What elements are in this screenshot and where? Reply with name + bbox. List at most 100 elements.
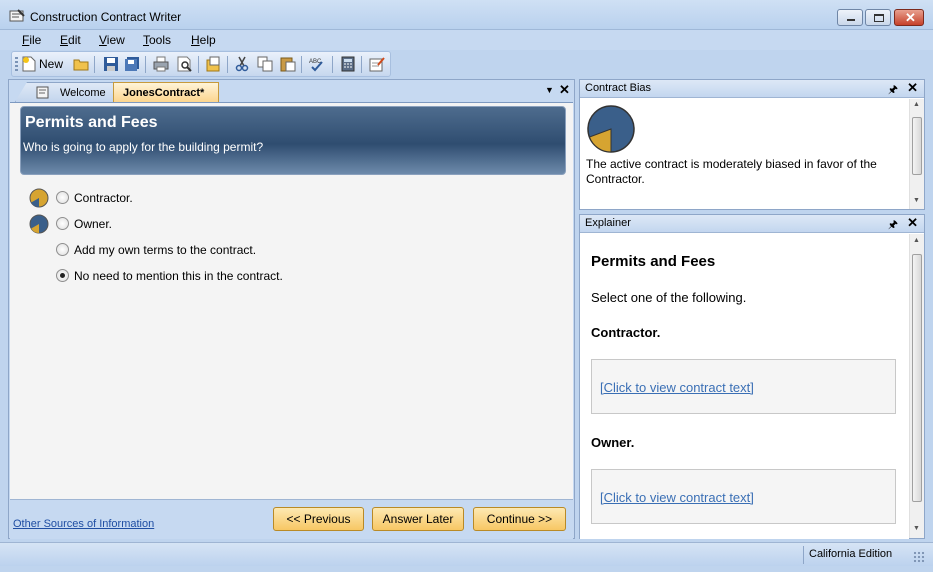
- cut-icon[interactable]: [234, 56, 250, 72]
- toolbar-separator: [361, 56, 362, 73]
- export-icon[interactable]: [206, 56, 222, 72]
- window-title: Construction Contract Writer: [30, 10, 182, 24]
- contract-bias-panel: Contract Bias 🖈 ✕ The active contract is…: [579, 79, 925, 210]
- menu-view[interactable]: View: [99, 33, 125, 47]
- title-bar: Construction Contract Writer ✕: [0, 0, 933, 30]
- toolbar: New ABC: [11, 51, 391, 77]
- calculator-icon[interactable]: [340, 56, 356, 72]
- bias-scrollbar[interactable]: ▲ ▼: [909, 99, 924, 209]
- continue-button[interactable]: Continue >>: [473, 507, 566, 531]
- minimize-icon: [847, 19, 855, 21]
- tab-welcome[interactable]: Welcome: [15, 82, 115, 102]
- form-icon[interactable]: [369, 56, 385, 72]
- explainer-intro: Select one of the following.: [591, 290, 747, 305]
- answer-later-button[interactable]: Answer Later: [372, 507, 464, 531]
- scroll-thumb[interactable]: [912, 117, 922, 175]
- toolbar-separator: [301, 56, 302, 73]
- scroll-thumb[interactable]: [912, 254, 922, 502]
- menu-file[interactable]: File: [22, 33, 41, 47]
- document-icon: [36, 86, 49, 99]
- copy-icon[interactable]: [257, 56, 273, 72]
- toolbar-separator: [94, 56, 95, 73]
- option-no-mention[interactable]: No need to mention this in the contract.: [10, 266, 570, 286]
- option-owner-radio[interactable]: [56, 217, 69, 230]
- question-prompt: Who is going to apply for the building p…: [23, 140, 264, 154]
- explainer-section-contractor-heading: Contractor.: [591, 325, 661, 340]
- option-contractor-label[interactable]: Contractor.: [74, 191, 133, 205]
- minimize-button[interactable]: [837, 9, 863, 26]
- question-title: Permits and Fees: [25, 114, 158, 131]
- tab-welcome-label: Welcome: [60, 87, 106, 99]
- question-header: Permits and Fees Who is going to apply f…: [20, 106, 566, 175]
- menu-help[interactable]: Help: [191, 33, 216, 47]
- close-button[interactable]: ✕: [894, 9, 924, 26]
- option-contractor-radio[interactable]: [56, 191, 69, 204]
- explainer-content: Permits and Fees Select one of the follo…: [580, 234, 909, 539]
- menu-edit[interactable]: Edit: [60, 33, 81, 47]
- tab-strip: Welcome JonesContract* ▼ ✕: [9, 80, 574, 102]
- scroll-down-icon[interactable]: ▼: [913, 525, 920, 532]
- menu-tools[interactable]: Tools: [143, 33, 171, 47]
- resize-grip-icon[interactable]: [913, 551, 925, 563]
- document-area: Welcome JonesContract* ▼ ✕ Permits and F…: [8, 79, 575, 539]
- tab-jonescontract[interactable]: JonesContract*: [113, 82, 219, 102]
- spellcheck-icon[interactable]: ABC: [309, 56, 325, 72]
- explainer-section-owner-box: [Click to view contract text]: [591, 469, 896, 524]
- contract-bias-title: Contract Bias: [585, 82, 652, 94]
- owner-bias-pie-icon: [29, 214, 49, 234]
- new-label: New: [39, 57, 64, 71]
- scroll-down-icon[interactable]: ▼: [913, 197, 920, 204]
- print-icon[interactable]: [153, 56, 169, 72]
- toolbar-separator: [198, 56, 199, 73]
- previous-button[interactable]: << Previous: [273, 507, 364, 531]
- close-icon: ✕: [905, 10, 916, 25]
- option-add-own-terms[interactable]: Add my own terms to the contract.: [10, 240, 570, 260]
- view-contract-text-link[interactable]: [Click to view contract text]: [600, 490, 754, 505]
- contract-bias-header: Contract Bias 🖈 ✕: [580, 80, 924, 98]
- question-pane: Permits and Fees Who is going to apply f…: [10, 102, 573, 539]
- pin-icon[interactable]: 🖈: [888, 216, 898, 235]
- new-button[interactable]: New: [22, 55, 63, 73]
- open-icon[interactable]: [73, 56, 89, 72]
- explainer-section-contractor-box: [Click to view contract text]: [591, 359, 896, 414]
- maximize-icon: [874, 14, 884, 22]
- paste-icon[interactable]: [280, 56, 296, 72]
- scroll-up-icon[interactable]: ▲: [913, 237, 920, 244]
- option-add-own-terms-radio[interactable]: [56, 243, 69, 256]
- maximize-button[interactable]: [865, 9, 891, 26]
- pin-icon[interactable]: 🖈: [888, 81, 898, 100]
- new-icon: [22, 56, 36, 72]
- edition-status: California Edition: [809, 548, 893, 560]
- close-icon[interactable]: ✕: [907, 80, 918, 96]
- option-owner[interactable]: Owner.: [10, 214, 570, 234]
- toolbar-grip[interactable]: [15, 57, 18, 72]
- status-bar: California Edition: [0, 542, 933, 566]
- explainer-heading: Permits and Fees: [591, 253, 716, 270]
- explainer-section-owner-heading: Owner.: [591, 435, 635, 450]
- tab-list-dropdown-icon[interactable]: ▼: [545, 85, 554, 95]
- tab-jonescontract-label: JonesContract*: [123, 87, 205, 99]
- option-add-own-terms-label[interactable]: Add my own terms to the contract.: [74, 243, 256, 257]
- explainer-header: Explainer 🖈 ✕: [580, 215, 924, 233]
- option-no-mention-label[interactable]: No need to mention this in the contract.: [74, 269, 283, 283]
- option-no-mention-radio[interactable]: [56, 269, 69, 282]
- option-owner-label[interactable]: Owner.: [74, 217, 112, 231]
- tab-close-icon[interactable]: ✕: [559, 82, 570, 98]
- toolbar-separator: [332, 56, 333, 73]
- print-preview-icon[interactable]: [177, 56, 193, 72]
- option-contractor[interactable]: Contractor.: [10, 188, 570, 208]
- explainer-title: Explainer: [585, 217, 631, 229]
- menu-bar: File Edit View Tools Help: [0, 30, 933, 50]
- app-icon: [9, 9, 25, 22]
- save-all-icon[interactable]: [124, 56, 140, 72]
- contractor-bias-pie-icon: [29, 188, 49, 208]
- close-icon[interactable]: ✕: [907, 215, 918, 231]
- bias-description: The active contract is moderately biased…: [586, 157, 877, 186]
- scroll-up-icon[interactable]: ▲: [913, 101, 920, 108]
- view-contract-text-link[interactable]: [Click to view contract text]: [600, 380, 754, 395]
- navigation-bar: Other Sources of Information << Previous…: [10, 499, 573, 539]
- other-sources-link[interactable]: Other Sources of Information: [13, 518, 154, 530]
- status-separator: [803, 546, 804, 564]
- explainer-scrollbar[interactable]: ▲ ▼: [909, 234, 924, 538]
- save-icon[interactable]: [103, 56, 119, 72]
